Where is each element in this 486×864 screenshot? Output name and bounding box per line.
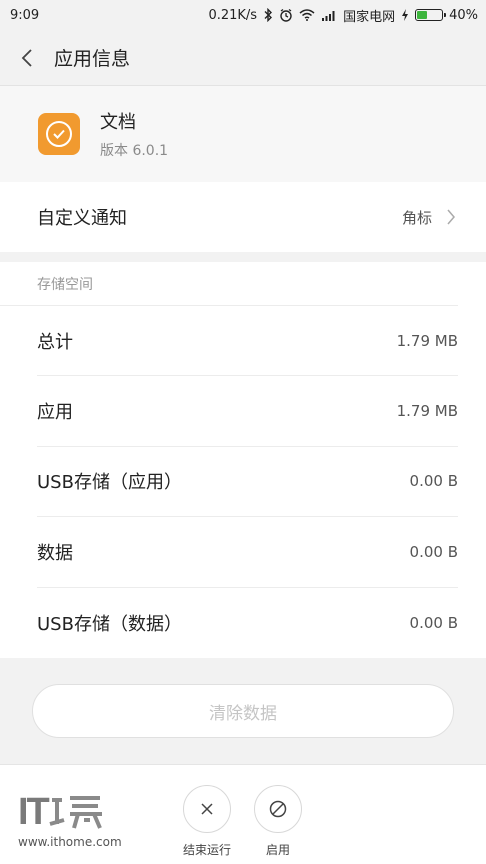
bluetooth-icon [263, 8, 273, 22]
custom-notification-row[interactable]: 自定义通知 角标 [0, 182, 486, 252]
clear-data-button[interactable]: 清除数据 [32, 684, 454, 738]
enable-action[interactable]: 启用 [248, 785, 308, 858]
battery-fill [417, 11, 428, 19]
storage-row-usb-app: USB存储（应用） 0.00 B [37, 447, 458, 518]
storage-row-value: 1.79 MB [396, 331, 458, 350]
alarm-icon [279, 8, 293, 22]
enable-label: 启用 [265, 843, 290, 857]
close-icon [201, 803, 213, 815]
storage-row-value: 0.00 B [409, 472, 458, 491]
chevron-left-icon [21, 48, 32, 67]
ithome-logo-text: IT [18, 791, 50, 833]
storage-row-value: 0.00 B [409, 542, 458, 561]
ithome-logo: IT [18, 793, 148, 831]
storage-row-data: 数据 0.00 B [37, 517, 458, 588]
check-icon [46, 121, 72, 147]
stop-button[interactable] [183, 785, 231, 833]
status-time: 9:09 [10, 7, 40, 23]
carrier-name: 国家电网 [343, 9, 396, 25]
battery-percent: 40% [449, 7, 478, 23]
app-info: 文档 版本 6.0.1 [0, 86, 486, 182]
custom-notification-value: 角标 [401, 208, 432, 227]
storage-section: 存储空间 总计 1.79 MB 应用 1.79 MB USB存储（应用） 0.0… [0, 262, 486, 658]
app-version: 版本 6.0.1 [100, 143, 169, 159]
header: 应用信息 [0, 30, 486, 86]
charging-icon [401, 9, 409, 21]
storage-section-label: 存储空间 [0, 262, 458, 306]
storage-row-label: USB存储（应用） [37, 472, 182, 494]
section-divider [0, 252, 486, 262]
status-icons: 0.21K/s 国家电网 40% [208, 6, 478, 25]
page-title: 应用信息 [54, 48, 131, 70]
ithome-logo-glyph [49, 796, 102, 829]
wifi-icon [299, 9, 315, 21]
app-icon [38, 113, 80, 155]
bottom-action-bar: IT www.ithome.com 结束运行 启用 [0, 764, 486, 864]
stop-action[interactable]: 结束运行 [177, 785, 237, 858]
back-button[interactable] [0, 30, 54, 86]
storage-row-value: 1.79 MB [396, 402, 458, 421]
custom-notification-value-group: 角标 [402, 207, 456, 228]
storage-row-usb-data: USB存储（数据） 0.00 B [37, 588, 458, 658]
storage-row-label: 数据 [37, 542, 73, 564]
enable-button[interactable] [254, 785, 302, 833]
storage-row-label: 总计 [37, 331, 73, 353]
block-icon [269, 800, 287, 818]
signal-icon [321, 9, 337, 21]
status-bar: 9:09 0.21K/s 国家电网 40% [0, 0, 486, 30]
app-text: 文档 版本 6.0.1 [100, 108, 168, 160]
storage-row-app: 应用 1.79 MB [37, 376, 458, 447]
storage-row-value: 0.00 B [409, 613, 458, 632]
network-speed: 0.21K/s [208, 7, 258, 23]
stop-label: 结束运行 [182, 843, 231, 857]
custom-notification-label: 自定义通知 [37, 208, 127, 229]
storage-row-total: 总计 1.79 MB [37, 306, 458, 377]
storage-row-label: 应用 [37, 402, 73, 424]
ithome-url: www.ithome.com [18, 835, 122, 849]
chevron-right-icon [447, 209, 455, 225]
clear-data-area: 清除数据 [0, 658, 486, 764]
app-name: 文档 [100, 112, 136, 133]
battery-icon [415, 9, 447, 21]
ithome-watermark: IT www.ithome.com [18, 793, 148, 857]
storage-row-label: USB存储（数据） [37, 613, 182, 635]
